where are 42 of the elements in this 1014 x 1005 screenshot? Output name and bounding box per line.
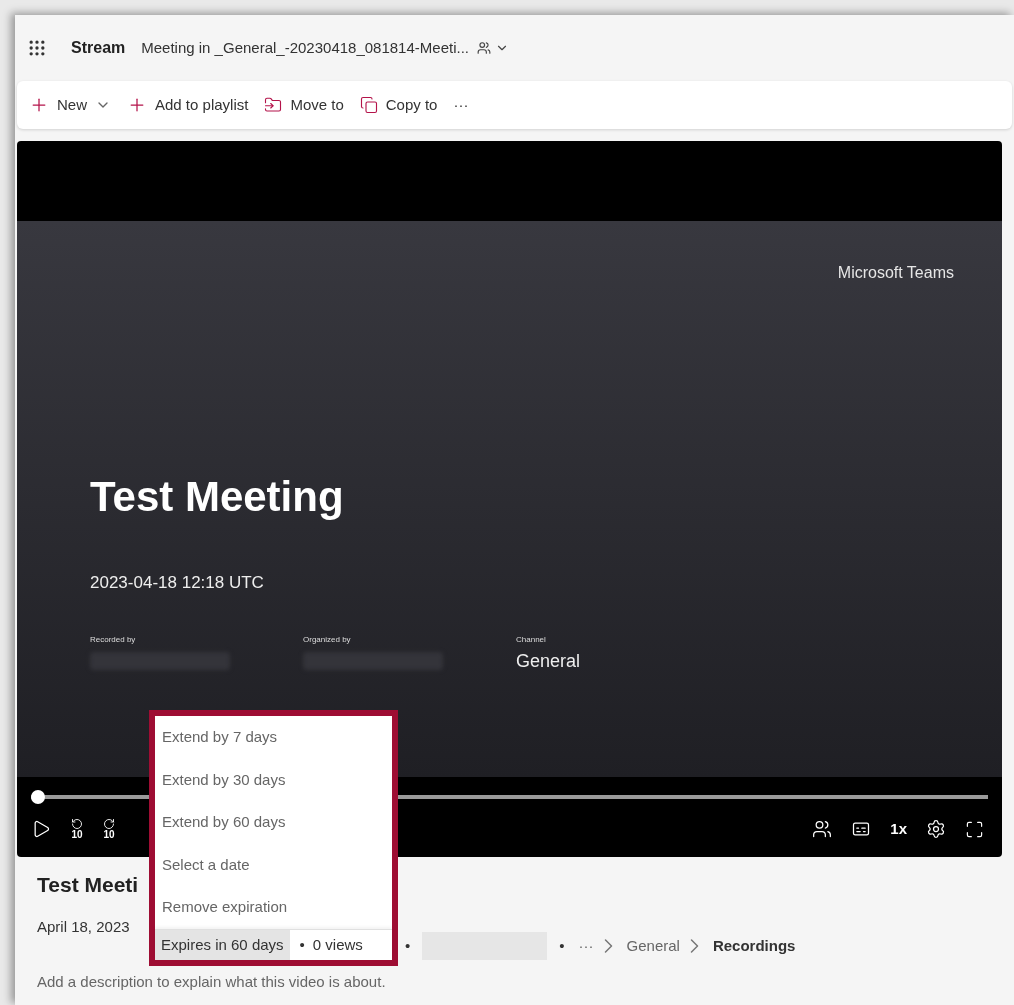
toolbar-button[interactable]: Add to playlist <box>127 93 249 117</box>
meeting-datetime: 2023-04-18 12:18 UTC <box>90 572 265 594</box>
field-label: Organized by <box>303 633 352 646</box>
file-title: Meeting in _General_-20230418_081814-Meeti... <box>141 37 469 58</box>
toolbar-button[interactable]: New <box>29 93 111 117</box>
more-button[interactable]: ··· <box>453 93 469 117</box>
brand-label: Microsoft Teams <box>837 263 954 283</box>
description-placeholder[interactable]: Add a description to explain what this video is about. <box>37 970 1014 993</box>
progress-thumb[interactable] <box>31 790 45 804</box>
chevron-right-icon <box>689 938 699 954</box>
app-launcher-icon[interactable] <box>27 38 47 58</box>
toolbar-button[interactable]: Copy to <box>359 93 438 117</box>
menu-item[interactable]: Extend by 60 days <box>155 801 392 844</box>
menu-item[interactable]: Extend by 30 days <box>155 758 392 802</box>
skip-forward-button[interactable]: 10 <box>103 818 115 841</box>
breadcrumb-link[interactable]: General <box>626 934 680 958</box>
people-icon[interactable] <box>477 41 491 55</box>
menu-item[interactable]: Select a date <box>155 843 392 887</box>
breadcrumb-link[interactable]: Recordings <box>712 934 796 958</box>
view-count: 0 views <box>312 934 363 955</box>
video-title: Test Meeti <box>37 872 140 898</box>
fullscreen-icon[interactable] <box>965 819 984 839</box>
settings-icon[interactable] <box>926 819 946 840</box>
speed-button[interactable]: 1x <box>890 818 907 841</box>
breadcrumb-link[interactable]: ··· <box>578 934 594 958</box>
field-label: Channel <box>516 633 547 646</box>
meeting-title: Test Meeting <box>90 472 345 522</box>
app-name: Stream <box>71 38 126 58</box>
copy-icon <box>359 96 378 114</box>
separator-dot: • <box>559 935 565 956</box>
field-value: General <box>516 649 582 673</box>
field-label: Recorded by <box>90 633 137 646</box>
skip-back-button[interactable]: 10 <box>71 818 83 841</box>
toolbar-button[interactable]: Move to <box>264 93 344 117</box>
folder-icon <box>264 96 283 114</box>
menu-item[interactable]: Extend by 7 days <box>155 716 392 759</box>
separator-dot: • <box>405 935 411 956</box>
expiration-button[interactable]: Expires in 60 days <box>155 929 290 960</box>
upload-date: April 18, 2023 <box>37 917 130 938</box>
separator-dot: • <box>299 934 305 955</box>
chevron-right-icon <box>603 938 613 954</box>
menu-item[interactable]: Remove expiration <box>155 886 392 929</box>
